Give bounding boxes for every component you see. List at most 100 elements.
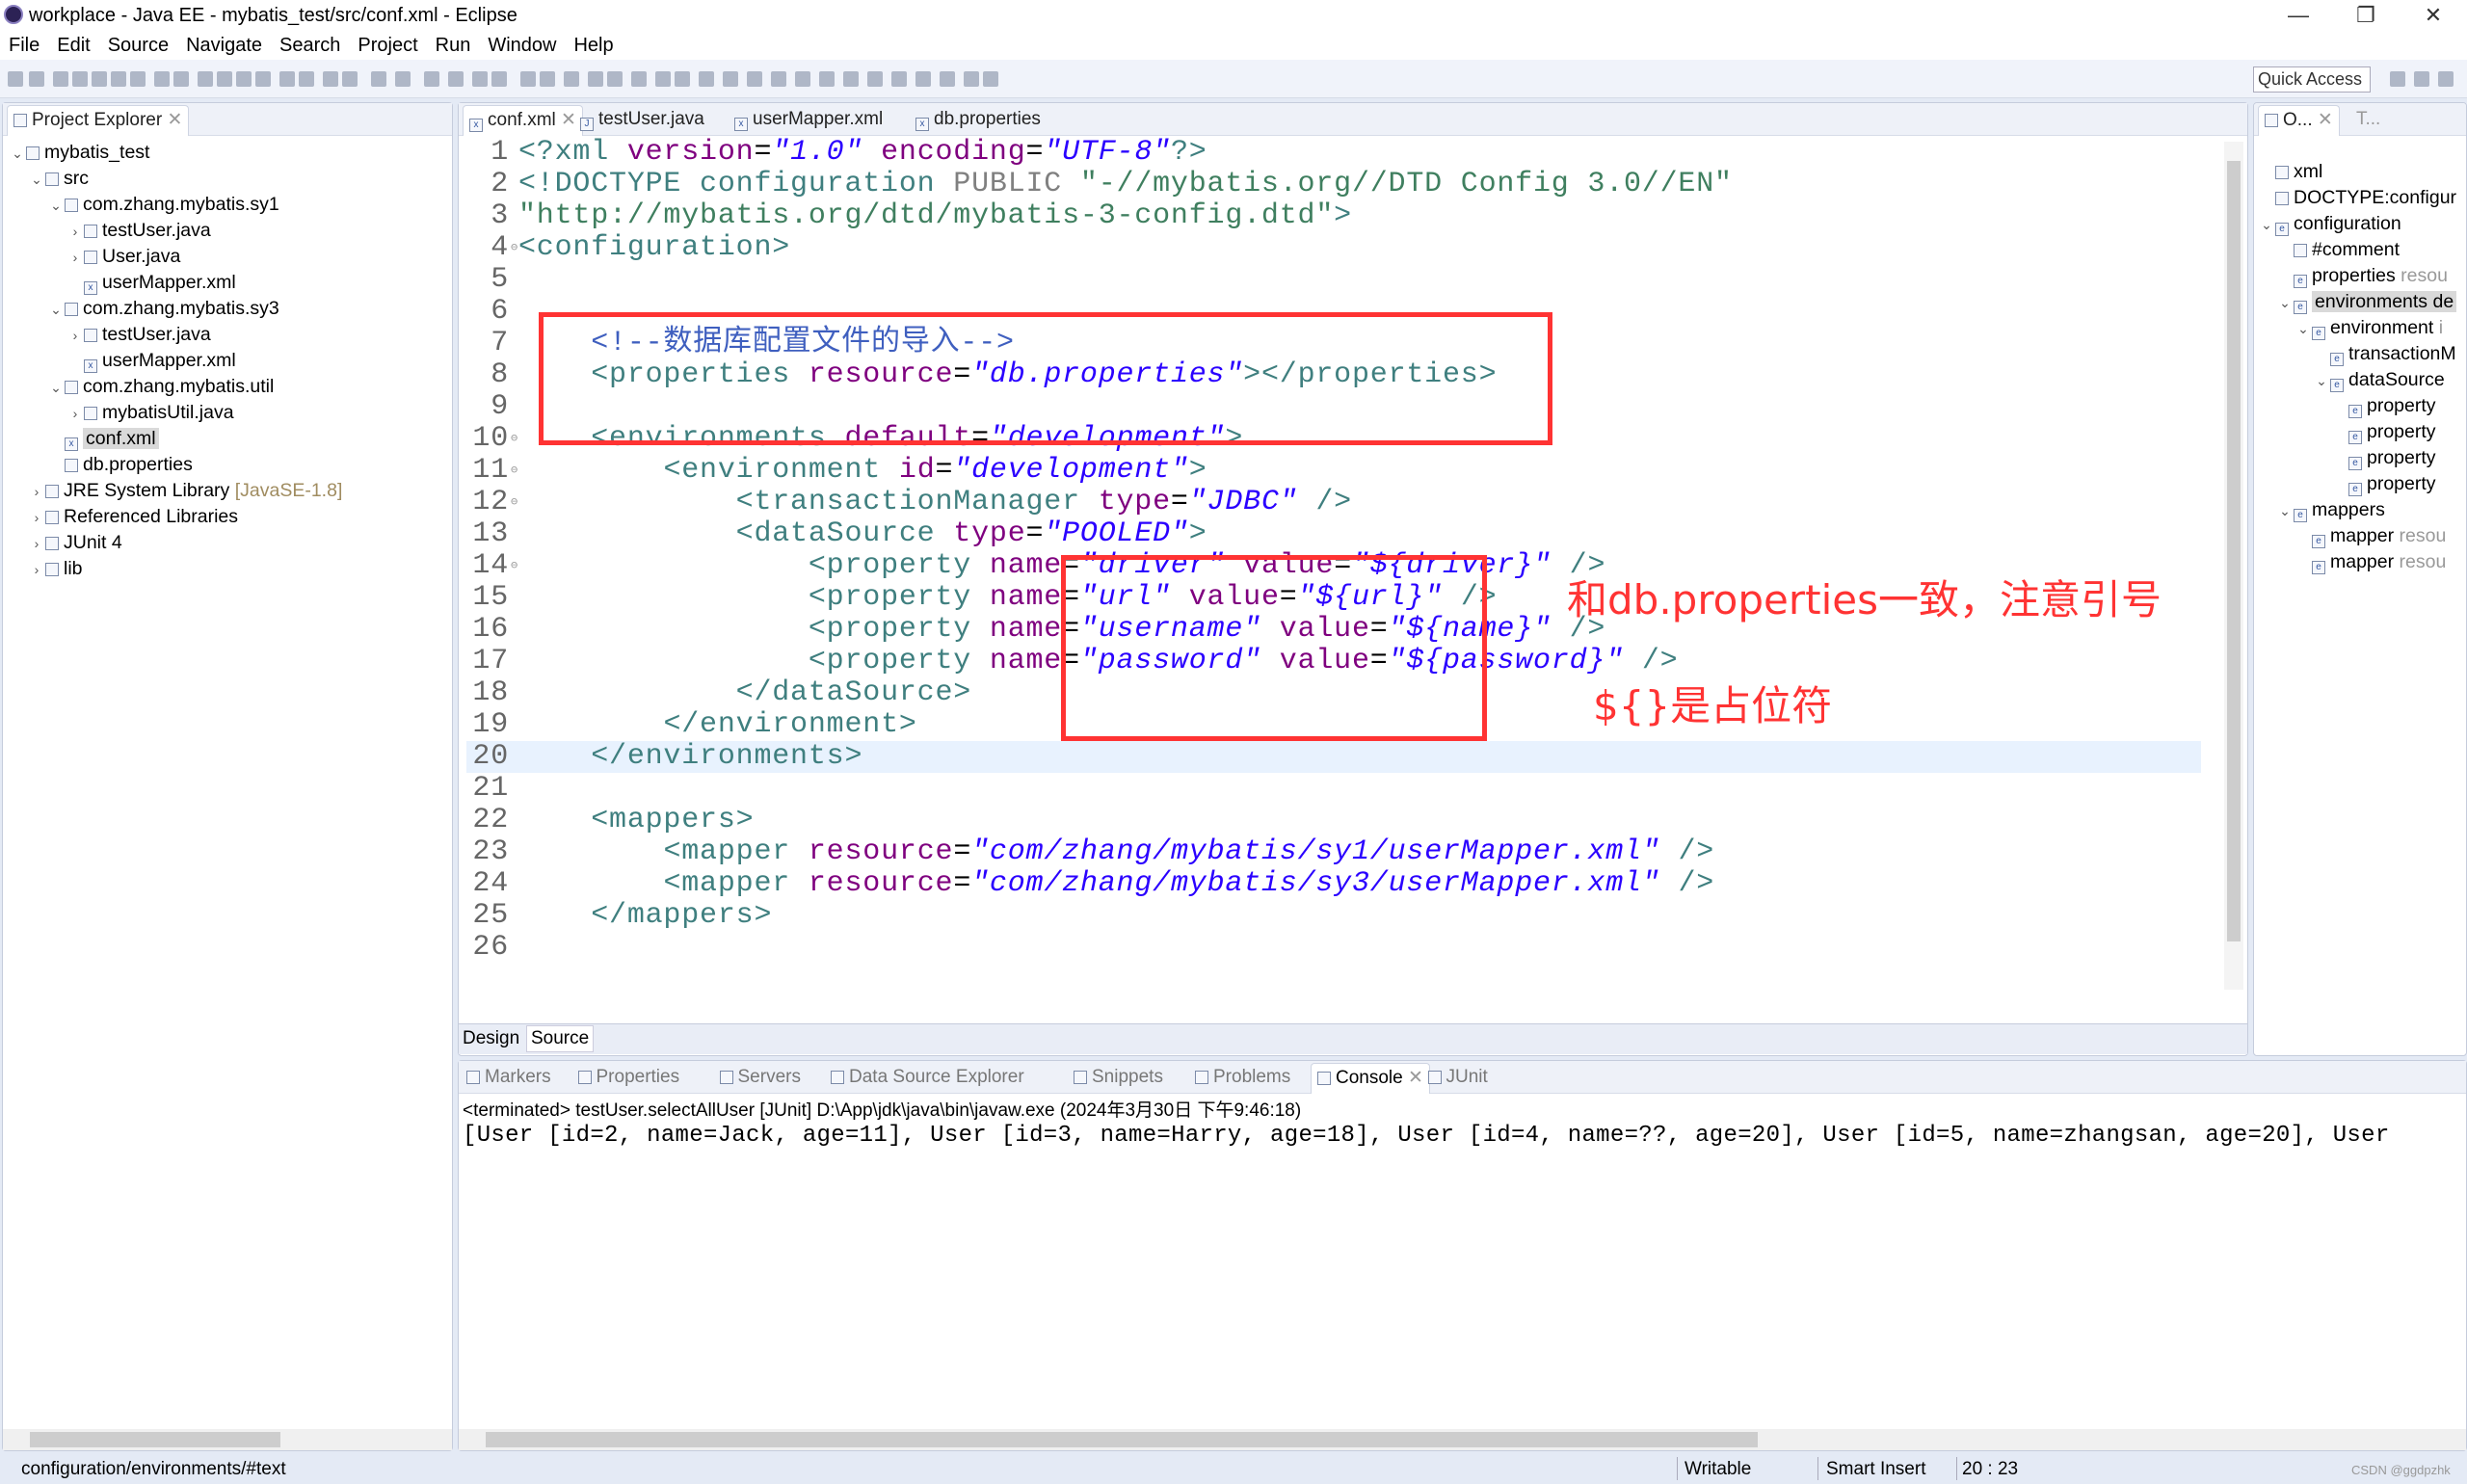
tree-item[interactable]: xml	[2258, 159, 2466, 185]
chevron-down-icon[interactable]: ⌄	[2295, 316, 2312, 342]
tab-testUser-java[interactable]: JtestUser.java	[574, 105, 710, 136]
tree-item[interactable]: db.properties	[9, 452, 452, 478]
toolbar-button-icon[interactable]	[588, 71, 603, 87]
toolbar-button-icon[interactable]	[631, 71, 647, 87]
tree-item[interactable]: › lib	[9, 556, 452, 582]
toolbar-button-icon[interactable]	[173, 71, 189, 87]
tree-item[interactable]: e transactionM	[2258, 341, 2466, 367]
tree-item[interactable]: ⌄ com.zhang.mybatis.util	[9, 374, 452, 400]
fold-toggle-icon[interactable]: ⊖	[511, 550, 518, 582]
tab-design[interactable]: Design	[463, 1028, 519, 1049]
tree-item[interactable]: ⌄ e dataSource	[2258, 367, 2466, 393]
toolbar-button-icon[interactable]	[675, 71, 690, 87]
toolbar-button-icon[interactable]	[111, 71, 126, 87]
toolbar-button-icon[interactable]	[699, 71, 714, 87]
fold-toggle-icon[interactable]: ⊖	[511, 232, 518, 264]
toolbar-button-icon[interactable]	[747, 71, 762, 87]
toolbar-button-icon[interactable]	[236, 71, 252, 87]
horizontal-scrollbar[interactable]	[3, 1429, 452, 1450]
tree-item[interactable]: › testUser.java	[9, 322, 452, 348]
tree-item[interactable]: e property	[2258, 445, 2466, 471]
tree-item[interactable]: ⌄ src	[9, 166, 452, 192]
code-line[interactable]: 20 </environments>	[466, 741, 2201, 773]
code-line[interactable]: 24 <mapper resource="com/zhang/mybatis/s…	[466, 868, 2201, 900]
code-line[interactable]: 3 "http://mybatis.org/dtd/mybatis-3-confi…	[466, 200, 2201, 232]
restore-button[interactable]: ❐	[2332, 0, 2400, 31]
code-line[interactable]: 25 </mappers>	[466, 900, 2201, 932]
chevron-down-icon[interactable]: ⌄	[47, 375, 65, 401]
tree-item[interactable]: e mapper resou	[2258, 523, 2466, 549]
fold-toggle-icon[interactable]: ⊖	[511, 455, 518, 487]
toolbar-button-icon[interactable]	[891, 71, 907, 87]
tab-servers[interactable]: Servers	[714, 1063, 807, 1094]
tab-junit[interactable]: JUnit	[1422, 1063, 1494, 1094]
tree-item[interactable]: e property	[2258, 471, 2466, 497]
close-button[interactable]: ✕	[2400, 0, 2467, 31]
code-line[interactable]: 13 <dataSource type="POOLED">	[466, 518, 2201, 550]
toolbar-button-icon[interactable]	[723, 71, 738, 87]
menu-navigate[interactable]: Navigate	[177, 35, 271, 57]
toolbar-button-icon[interactable]	[198, 71, 213, 87]
toolbar-button-icon[interactable]	[771, 71, 786, 87]
tab-userMapper-xml[interactable]: x userMapper.xml	[729, 105, 889, 136]
chevron-down-icon[interactable]: ⌄	[2258, 212, 2275, 238]
toolbar-button-icon[interactable]	[540, 71, 555, 87]
tree-item[interactable]: › User.java	[9, 244, 452, 270]
toolbar-button-icon[interactable]	[795, 71, 810, 87]
toolbar-button-icon[interactable]	[607, 71, 623, 87]
chevron-right-icon[interactable]: ›	[66, 401, 84, 427]
menu-source[interactable]: Source	[99, 35, 177, 57]
chevron-right-icon[interactable]: ›	[66, 323, 84, 349]
toolbar-button-icon[interactable]	[29, 71, 44, 87]
tree-item[interactable]: e mapper resou	[2258, 549, 2466, 575]
tree-item[interactable]: e property	[2258, 419, 2466, 445]
tab-properties[interactable]: Properties	[572, 1063, 686, 1094]
fold-toggle-icon[interactable]: ⊖	[511, 487, 518, 518]
toolbar-button-icon[interactable]	[279, 71, 295, 87]
tree-item[interactable]: › JRE System Library [JavaSE-1.8]	[9, 478, 452, 504]
toolbar-button-icon[interactable]	[520, 71, 536, 87]
tree-item[interactable]: › testUser.java	[9, 218, 452, 244]
toolbar-button-icon[interactable]	[395, 71, 411, 87]
tab-outline[interactable]: O... ✕	[2258, 105, 2340, 136]
code-line[interactable]: 11 ⊖ <environment id="development">	[466, 455, 2201, 487]
toolbar-button-icon[interactable]	[964, 71, 979, 87]
tree-item[interactable]: › mybatisUtil.java	[9, 400, 452, 426]
toolbar-button-icon[interactable]	[299, 71, 314, 87]
code-line[interactable]: 22 <mappers>	[466, 805, 2201, 836]
tab-db-properties[interactable]: x db.properties	[910, 105, 1047, 136]
toolbar-button-icon[interactable]	[130, 71, 146, 87]
toolbar-button-icon[interactable]	[655, 71, 671, 87]
toolbar-button-icon[interactable]	[915, 71, 931, 87]
tree-item[interactable]: › Referenced Libraries	[9, 504, 452, 530]
menu-search[interactable]: Search	[271, 35, 349, 57]
close-tab-icon[interactable]: ✕	[167, 110, 182, 130]
chevron-down-icon[interactable]: ⌄	[2276, 290, 2294, 316]
tree-item[interactable]: x userMapper.xml	[9, 270, 452, 296]
code-line[interactable]: 23 <mapper resource="com/zhang/mybatis/s…	[466, 836, 2201, 868]
toolbar-button-icon[interactable]	[472, 71, 488, 87]
chevron-down-icon[interactable]: ⌄	[47, 193, 65, 219]
code-line[interactable]: 1 <?xml version="1.0" encoding="UTF-8"?>	[466, 137, 2201, 169]
code-line[interactable]: 26	[466, 932, 2201, 964]
toolbar-button-icon[interactable]	[983, 71, 998, 87]
menu-project[interactable]: Project	[349, 35, 426, 57]
menu-edit[interactable]: Edit	[48, 35, 98, 57]
tab-project-explorer[interactable]: Project Explorer ✕	[7, 105, 190, 136]
tab-conf-xml[interactable]: x conf.xml ✕	[463, 105, 583, 136]
toolbar-button-icon[interactable]	[843, 71, 859, 87]
toolbar-button-icon[interactable]	[940, 71, 955, 87]
toolbar-button-icon[interactable]	[217, 71, 232, 87]
toolbar-button-icon[interactable]	[491, 71, 507, 87]
chevron-down-icon[interactable]: ⌄	[2276, 498, 2294, 524]
chevron-right-icon[interactable]: ›	[66, 219, 84, 245]
toolbar-button-icon[interactable]	[564, 71, 579, 87]
tab-console[interactable]: Console ✕	[1311, 1063, 1430, 1094]
tab-task-list[interactable]: T...	[2350, 105, 2386, 136]
menu-help[interactable]: Help	[565, 35, 622, 57]
chevron-right-icon[interactable]: ›	[66, 245, 84, 271]
tree-item[interactable]: e property	[2258, 393, 2466, 419]
toolbar-button-icon[interactable]	[8, 71, 23, 87]
toolbar-button-icon[interactable]	[448, 71, 464, 87]
tree-item[interactable]: › JUnit 4	[9, 530, 452, 556]
